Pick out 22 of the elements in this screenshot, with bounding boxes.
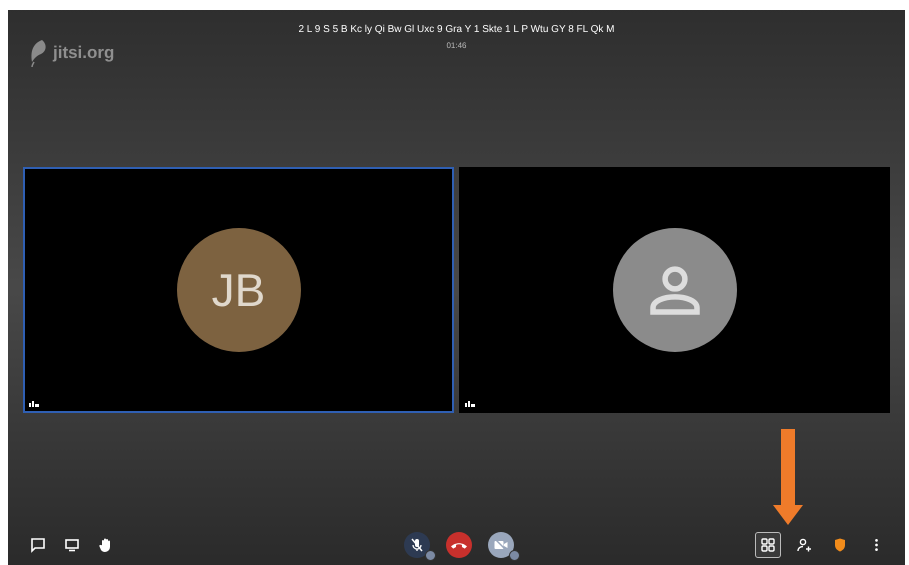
avatar: JB	[176, 228, 300, 352]
signal-icon	[465, 400, 475, 407]
tile-view-button[interactable]	[755, 532, 781, 558]
monitor-icon	[64, 537, 80, 553]
more-icon	[874, 539, 878, 551]
options-badge-icon[interactable]	[425, 550, 436, 561]
muted-microphone-icon	[409, 537, 425, 553]
options-badge-icon[interactable]	[509, 550, 520, 561]
phone-hang-up-icon	[451, 542, 467, 548]
chat-icon	[30, 537, 46, 553]
video-tile[interactable]	[459, 167, 890, 413]
microphone-button[interactable]	[404, 532, 430, 558]
camera-button[interactable]	[488, 532, 514, 558]
person-add-icon	[796, 537, 812, 553]
signal-icon	[29, 400, 39, 407]
meeting-timer: 01:46	[446, 40, 467, 52]
logo-text: jitsi.org	[53, 42, 114, 64]
hang-up-button[interactable]	[446, 532, 472, 558]
grid-icon	[760, 537, 776, 553]
shield-icon	[832, 537, 848, 553]
meeting-title: 2 L 9 S 5 B Kc ly Qi Bw Gl Uxc 9 Gra Y 1 Skte 1 L P Wtu GY 8 FL Qk M	[298, 23, 615, 37]
video-tile[interactable]: JB	[23, 167, 454, 413]
